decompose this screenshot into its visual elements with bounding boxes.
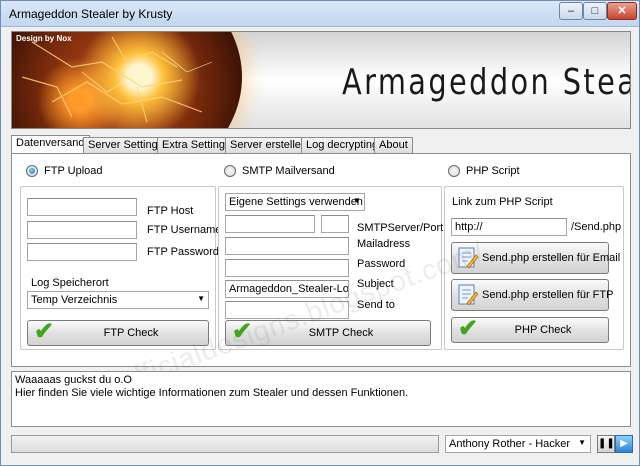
window-title: Armageddon Stealer by Krusty xyxy=(9,7,173,21)
smtp-check-button-label: SMTP Check xyxy=(308,327,374,339)
status-bar: Anthony Rother - Hacker ▼ ❚❚ ▶ xyxy=(11,433,633,455)
tab-extra-settings[interactable]: Extra Settings xyxy=(157,137,236,154)
ftp-username-label: FTP Username xyxy=(147,224,222,236)
checkmark-icon: ✔ xyxy=(232,318,253,345)
smtp-port-input[interactable] xyxy=(321,215,349,233)
smtp-settings-value: Eigene Settings verwenden xyxy=(229,196,363,208)
log-line: Waaaaas guckst du o.O xyxy=(15,374,132,386)
ftp-password-input[interactable] xyxy=(27,243,137,261)
ftp-host-input[interactable] xyxy=(27,198,137,216)
smtp-subject-label: Subject xyxy=(357,278,394,290)
pause-button[interactable]: ❚❚ xyxy=(597,435,615,453)
php-radio-label: PHP Script xyxy=(466,165,520,177)
php-check-button-label: PHP Check xyxy=(514,324,572,336)
radio-selected-icon xyxy=(26,165,38,177)
ftp-check-button[interactable]: ✔ FTP Check xyxy=(27,318,209,346)
smtp-password-input[interactable] xyxy=(225,259,349,277)
php-group: Link zum PHP Script http:// /Send.php Se… xyxy=(444,186,624,350)
log-location-value: Temp Verzeichnis xyxy=(31,294,118,306)
close-button[interactable]: ✕ xyxy=(607,2,637,20)
smtp-server-input[interactable] xyxy=(225,215,315,233)
php-url-suffix: /Send.php xyxy=(571,221,622,233)
log-location-select[interactable]: Temp Verzeichnis ▼ xyxy=(27,291,209,309)
smtp-sendto-input[interactable] xyxy=(225,301,349,319)
php-email-button[interactable]: Send.php erstellen für Email xyxy=(451,242,621,274)
ftp-group: FTP Host FTP Username FTP Password Log S… xyxy=(20,186,221,350)
tab-about[interactable]: About xyxy=(374,137,413,154)
main-window: Armageddon Stealer by Krusty – □ ✕ Desig… xyxy=(0,0,640,466)
design-credit: Design by Nox xyxy=(16,34,72,43)
minimize-button[interactable]: – xyxy=(559,2,583,20)
tab-server-settings[interactable]: Server Settings xyxy=(83,137,169,154)
php-ftp-button[interactable]: Send.php erstellen für FTP xyxy=(451,279,614,311)
ftp-check-button-label: FTP Check xyxy=(103,327,159,339)
radio-unselected-icon xyxy=(224,165,236,177)
radio-unselected-icon xyxy=(448,165,460,177)
log-line: Hier finden Sie viele wichtige Informati… xyxy=(15,387,409,399)
info-log-textbox[interactable]: Waaaaas guckst du o.O Hier finden Sie vi… xyxy=(11,371,631,427)
maximize-button[interactable]: □ xyxy=(583,2,607,20)
smtp-password-label: Password xyxy=(357,258,406,270)
ftp-password-label: FTP Password xyxy=(147,246,219,258)
tab-panel-datenversand: FTP Upload SMTP Mailversand PHP Script F… xyxy=(11,153,631,423)
smtp-group: Eigene Settings verwenden ▼ SMTPServer/P… xyxy=(218,186,444,350)
tab-server-erstellen[interactable]: Server erstellen xyxy=(225,137,313,154)
tab-log-decrypting[interactable]: Log decrypting xyxy=(301,137,384,154)
dropdown-arrow-icon: ▼ xyxy=(353,196,361,205)
dropdown-arrow-icon: ▼ xyxy=(578,438,586,447)
music-track-value: Anthony Rother - Hacker xyxy=(449,438,571,450)
smtp-mail-input[interactable] xyxy=(225,237,349,255)
php-check-button[interactable]: ✔ PHP Check xyxy=(451,315,609,343)
smtp-sendto-label: Send to xyxy=(357,299,395,311)
smtp-server-label: SMTPServer/Port xyxy=(357,222,444,234)
php-url-input[interactable]: http:// xyxy=(451,218,567,236)
checkmark-icon: ✔ xyxy=(34,318,55,345)
header-banner: Design by Nox Armageddon Stealer xyxy=(11,31,631,129)
banner-title: Armageddon Stealer xyxy=(342,62,630,103)
play-button[interactable]: ▶ xyxy=(615,435,633,453)
smtp-mail-label: Mailadress xyxy=(357,238,411,250)
dropdown-arrow-icon: ▼ xyxy=(197,294,205,303)
smtp-subject-input[interactable]: Armageddon_Stealer-Logs xyxy=(225,280,349,298)
progress-bar xyxy=(11,435,439,453)
smtp-mailversand-radio[interactable]: SMTP Mailversand xyxy=(224,165,335,177)
ftp-upload-radio[interactable]: FTP Upload xyxy=(26,165,103,177)
music-track-select[interactable]: Anthony Rother - Hacker ▼ xyxy=(445,435,591,453)
php-link-label: Link zum PHP Script xyxy=(452,196,553,208)
document-edit-icon xyxy=(458,247,479,269)
smtp-radio-label: SMTP Mailversand xyxy=(242,165,335,177)
php-ftp-button-label: Send.php erstellen für FTP xyxy=(482,289,614,301)
document-edit-icon xyxy=(458,284,479,306)
tab-datenversand[interactable]: Datenversand xyxy=(11,135,90,154)
log-location-label: Log Speicherort xyxy=(31,277,109,289)
ftp-username-input[interactable] xyxy=(27,221,137,239)
php-script-radio[interactable]: PHP Script xyxy=(448,165,520,177)
smtp-check-button[interactable]: ✔ SMTP Check xyxy=(225,318,431,346)
ftp-upload-radio-label: FTP Upload xyxy=(44,165,103,177)
lava-cracks-graphic xyxy=(21,36,213,123)
checkmark-icon: ✔ xyxy=(458,315,479,342)
smtp-settings-select[interactable]: Eigene Settings verwenden ▼ xyxy=(225,193,365,211)
ftp-host-label: FTP Host xyxy=(147,205,194,217)
title-bar[interactable]: Armageddon Stealer by Krusty – □ ✕ xyxy=(1,1,639,27)
php-email-button-label: Send.php erstellen für Email xyxy=(482,252,621,264)
